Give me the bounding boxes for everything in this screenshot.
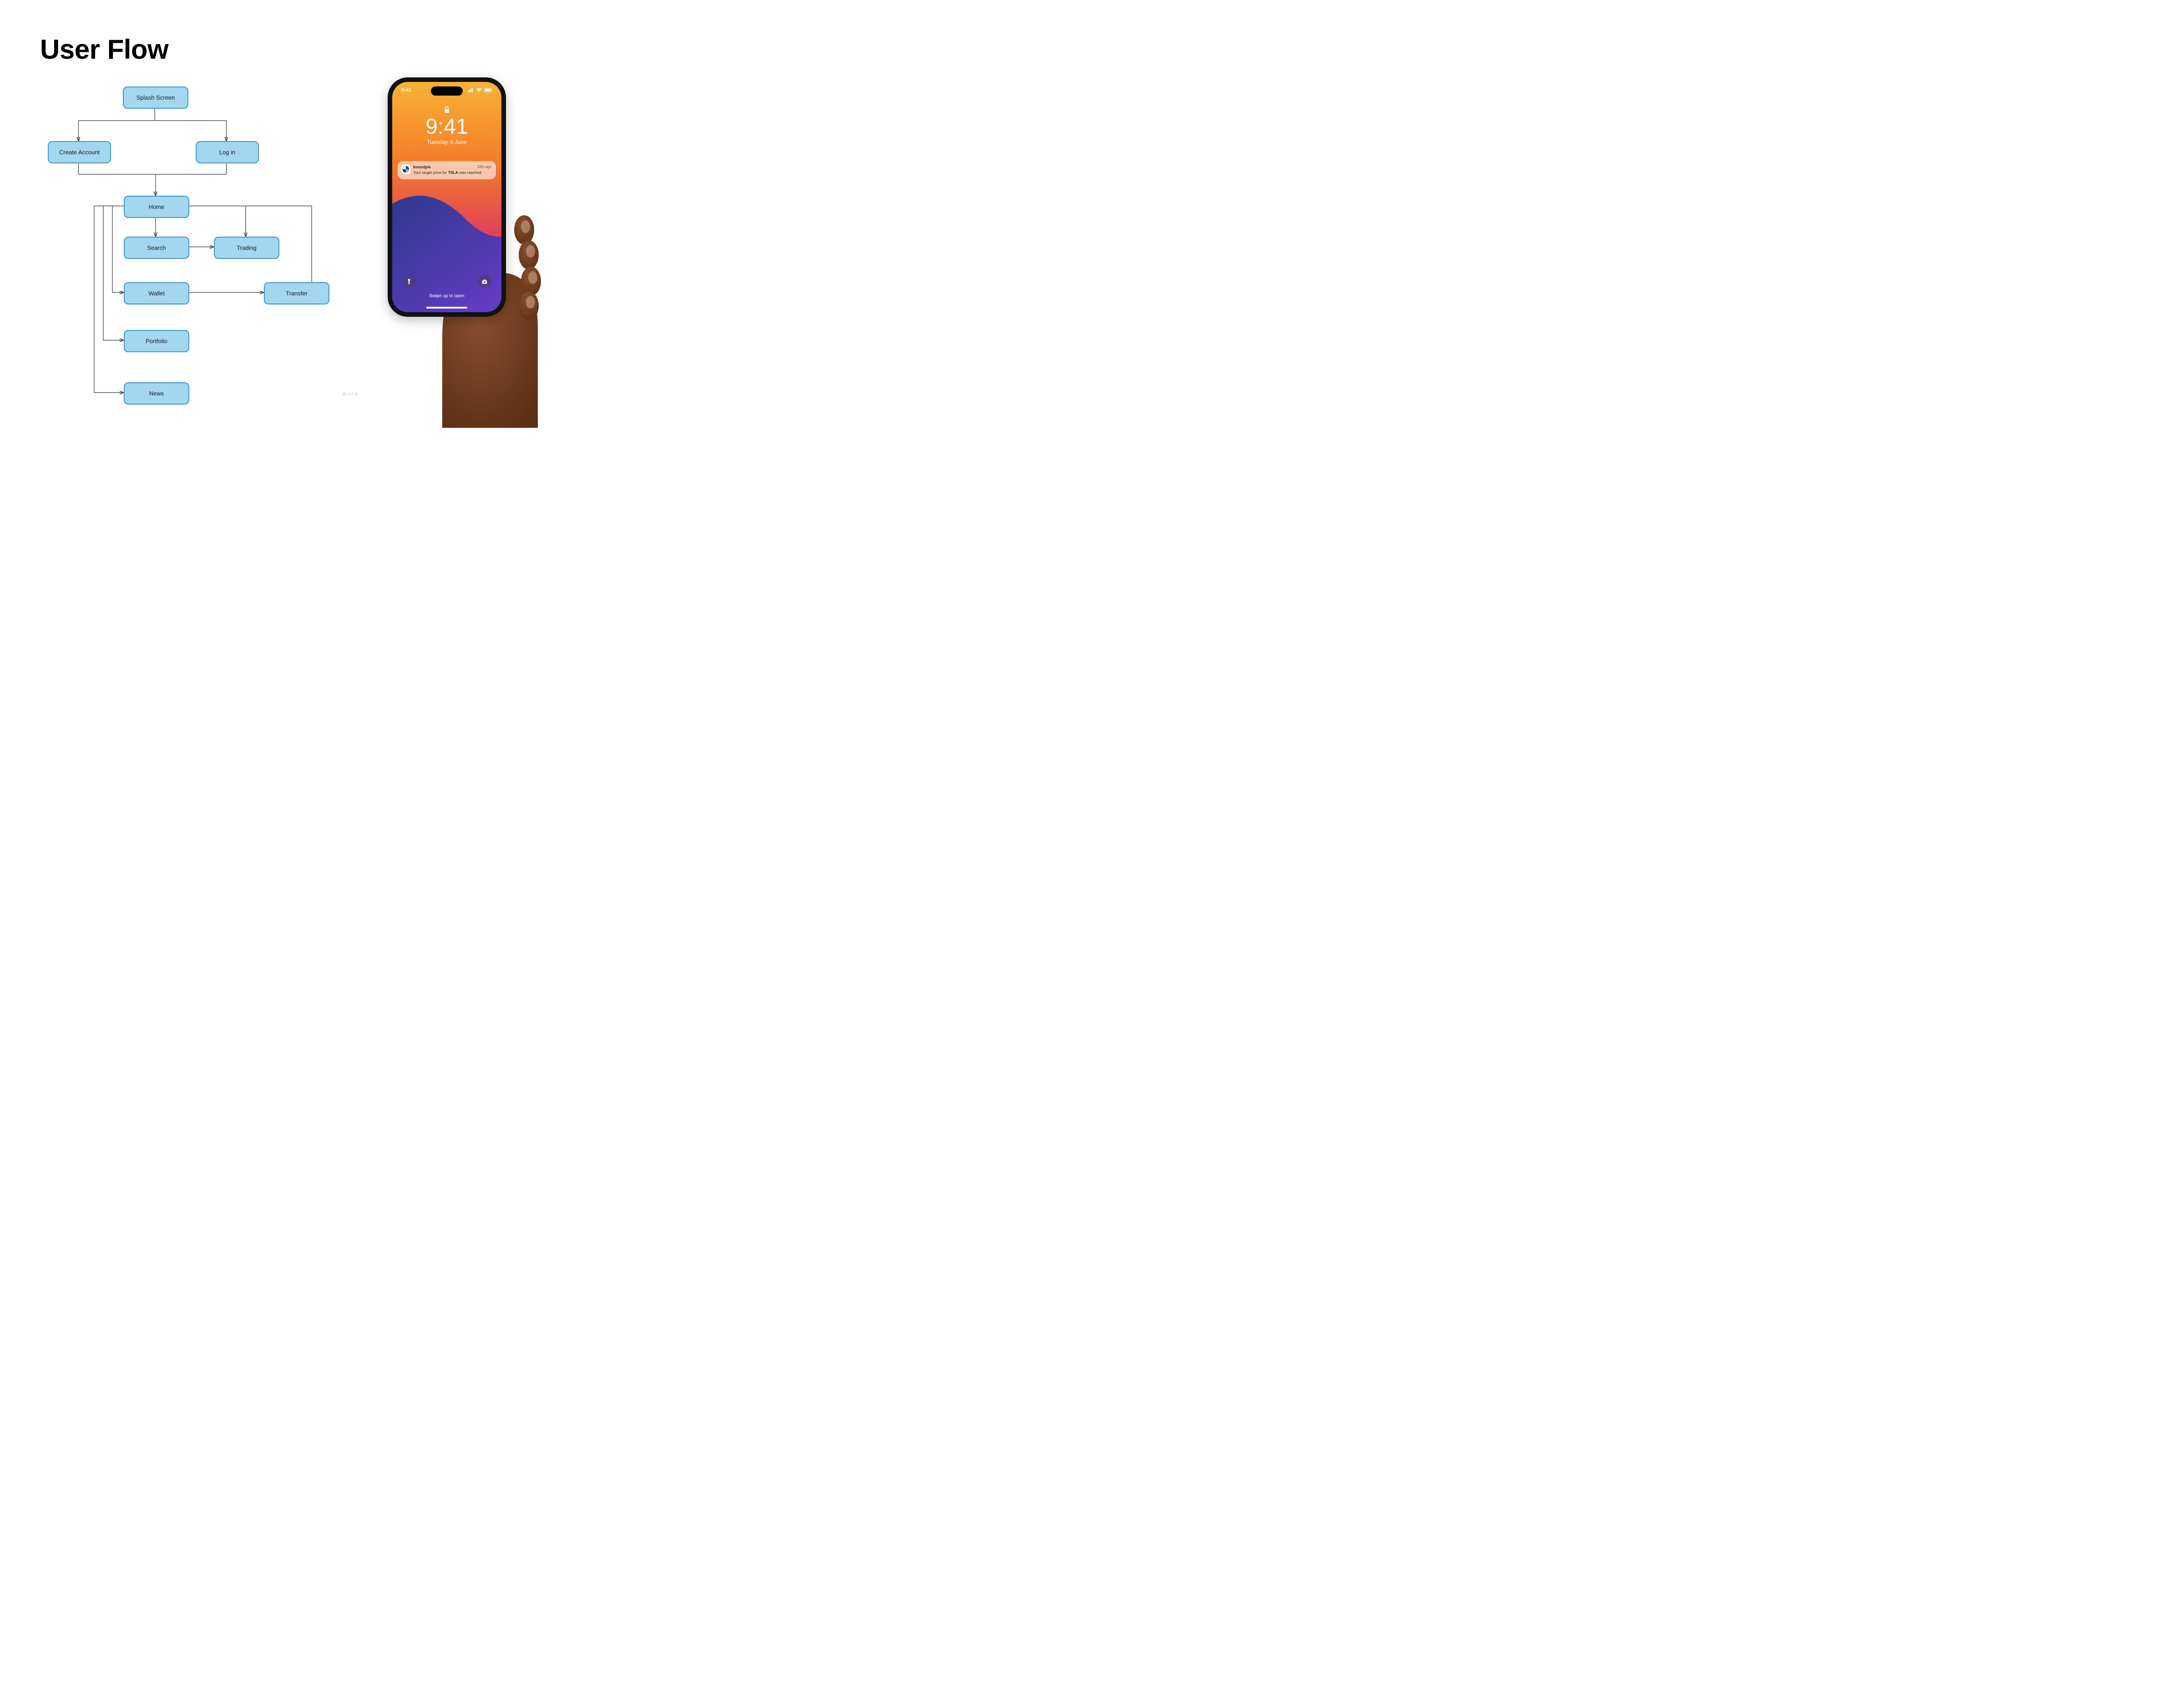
node-transfer[interactable]: Transfer (264, 282, 329, 304)
node-login[interactable]: Log in (196, 141, 259, 163)
camera-button[interactable] (478, 275, 491, 289)
flashlight-icon (406, 279, 412, 285)
lock-screen-header: 9:41 Tuesday, 6 June (392, 106, 501, 145)
canvas: User Flow Splash Screen Create Account Log… (0, 0, 562, 433)
notification-card[interactable]: Investpie 10m ago Your target price for … (398, 161, 496, 179)
signal-icon (468, 88, 474, 92)
node-home[interactable]: Home (124, 196, 189, 218)
node-splash[interactable]: Splash Screen (123, 86, 188, 109)
wifi-icon (476, 88, 482, 92)
phone-mockup: 9:41 9:41 Tuesday, 6 June (388, 77, 542, 423)
watermark-miro: miro (343, 391, 359, 397)
status-time: 9:41 (401, 87, 411, 93)
node-search[interactable]: Search (124, 237, 189, 259)
lock-clock: 9:41 (392, 116, 501, 138)
user-flow-diagram: Splash Screen Create Account Log in Home Sea… (36, 82, 346, 410)
flashlight-button[interactable] (402, 275, 416, 289)
lock-icon (444, 106, 450, 114)
node-news[interactable]: News (124, 382, 189, 405)
diagram-edges (36, 82, 346, 410)
swipe-hint: Swipe up to open (392, 294, 501, 299)
battery-icon (484, 88, 492, 92)
status-icons (468, 87, 492, 93)
node-portfolio[interactable]: Portfolio (124, 330, 189, 352)
lock-date: Tuesday, 6 June (392, 139, 501, 145)
page-title: User Flow (40, 34, 168, 65)
phone-screen: 9:41 9:41 Tuesday, 6 June (392, 82, 501, 312)
home-indicator[interactable] (426, 307, 467, 309)
investpie-icon (402, 166, 410, 173)
node-create[interactable]: Create Account (48, 141, 111, 163)
camera-icon (481, 279, 488, 285)
node-trading[interactable]: Trading (214, 237, 279, 259)
notification-app-icon (401, 165, 410, 174)
phone-frame: 9:41 9:41 Tuesday, 6 June (388, 77, 506, 317)
notification-body: Your target price for TSLA was reached (413, 170, 491, 175)
node-wallet[interactable]: Wallet (124, 282, 189, 304)
dynamic-island (431, 86, 463, 96)
notification-time: 10m ago (477, 165, 491, 169)
